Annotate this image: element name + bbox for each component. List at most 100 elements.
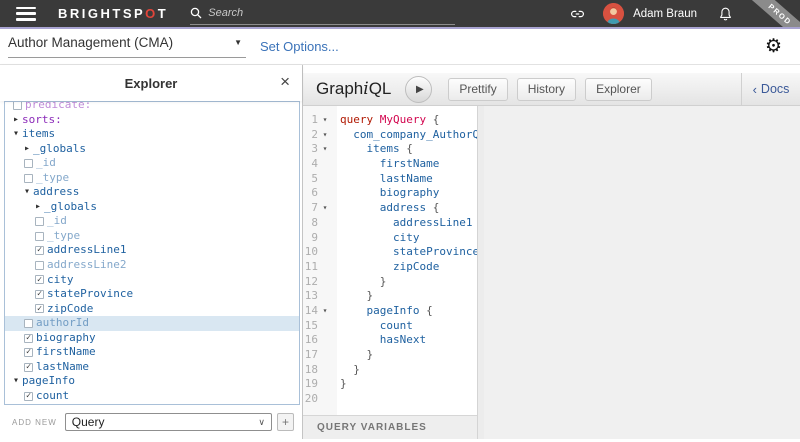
code-line: query MyQuery { bbox=[340, 113, 477, 128]
history-button[interactable]: History bbox=[517, 78, 576, 101]
checkbox-icon[interactable] bbox=[24, 334, 33, 343]
tree-row-label: biography bbox=[36, 331, 96, 346]
workspace-bar: Author Management (CMA) ▼ Set Options...… bbox=[0, 29, 800, 65]
fold-arrow-icon[interactable]: ▾ bbox=[318, 113, 332, 128]
checkbox-icon[interactable] bbox=[35, 217, 44, 226]
tree-row[interactable]: _type bbox=[5, 229, 299, 244]
fold-arrow-icon[interactable]: ▾ bbox=[318, 142, 332, 157]
gutter-line: 1▾ bbox=[303, 113, 337, 128]
checkbox-icon[interactable] bbox=[24, 348, 33, 357]
checkbox-icon[interactable] bbox=[35, 275, 44, 284]
tree-row[interactable]: authorId bbox=[5, 316, 299, 331]
hamburger-menu-icon[interactable] bbox=[16, 7, 36, 21]
tree-row[interactable]: items bbox=[5, 127, 299, 142]
set-options-link[interactable]: Set Options... bbox=[260, 39, 339, 54]
arrow-right-icon[interactable] bbox=[35, 200, 41, 215]
code-line: } bbox=[340, 363, 477, 378]
search-icon bbox=[190, 7, 202, 19]
tree-row[interactable]: _globals bbox=[5, 142, 299, 157]
tree-row[interactable]: _id bbox=[5, 156, 299, 171]
top-nav-bar: BRIGHTSPOT Adam Braun bbox=[0, 0, 800, 29]
editor-result-divider[interactable] bbox=[477, 106, 484, 439]
search-input[interactable] bbox=[208, 7, 408, 19]
gutter-line: 8 bbox=[303, 216, 337, 231]
checkbox-icon[interactable] bbox=[35, 304, 44, 313]
tree-row[interactable]: pageInfo bbox=[5, 374, 299, 389]
tree-row[interactable]: lastName bbox=[5, 360, 299, 375]
gutter-line: 12 bbox=[303, 275, 337, 290]
close-icon[interactable]: × bbox=[280, 73, 290, 90]
query-variables-bar[interactable]: QUERY VARIABLES bbox=[303, 415, 477, 439]
code-line: zipCode bbox=[340, 260, 477, 275]
query-editor[interactable]: 1▾2▾3▾4567▾891011121314▾151617181920 que… bbox=[303, 106, 477, 415]
checkbox-icon[interactable] bbox=[24, 392, 33, 401]
tree-row[interactable]: firstName bbox=[5, 345, 299, 360]
tool-picker-dropdown[interactable]: Author Management (CMA) ▼ bbox=[8, 35, 246, 58]
tree-row[interactable]: address bbox=[5, 185, 299, 200]
tree-row[interactable]: count bbox=[5, 389, 299, 404]
code-line: address { bbox=[340, 201, 477, 216]
caret-down-icon: ▼ bbox=[234, 38, 242, 47]
gutter-line: 4 bbox=[303, 157, 337, 172]
checkbox-icon[interactable] bbox=[24, 319, 33, 328]
arrow-right-icon[interactable] bbox=[24, 142, 30, 157]
tree-row[interactable]: stateProvince bbox=[5, 287, 299, 302]
prettify-button[interactable]: Prettify bbox=[448, 78, 507, 101]
docs-label: Docs bbox=[761, 82, 789, 96]
tree-row[interactable]: _type bbox=[5, 171, 299, 186]
fold-spacer bbox=[318, 348, 332, 363]
chevron-left-icon: ‹ bbox=[753, 82, 757, 97]
tree-row-label: count bbox=[36, 389, 69, 404]
arrow-down-icon[interactable] bbox=[13, 127, 19, 142]
explorer-add-new-bar: ADD NEW Query ∨ + bbox=[0, 405, 302, 439]
notifications-bell-icon[interactable] bbox=[719, 7, 732, 21]
code-line: items { bbox=[340, 142, 477, 157]
fold-spacer bbox=[318, 231, 332, 246]
checkbox-icon[interactable] bbox=[35, 290, 44, 299]
docs-toggle-button[interactable]: ‹ Docs bbox=[741, 73, 800, 105]
gutter-line: 17 bbox=[303, 348, 337, 363]
explorer-toggle-button[interactable]: Explorer bbox=[585, 78, 652, 101]
user-avatar[interactable] bbox=[603, 3, 624, 24]
checkbox-icon[interactable] bbox=[24, 159, 33, 168]
gutter-line: 10 bbox=[303, 245, 337, 260]
tree-row[interactable]: sorts: bbox=[5, 113, 299, 128]
gutter-line: 9 bbox=[303, 231, 337, 246]
operation-type-select[interactable]: Query ∨ bbox=[65, 413, 272, 431]
gutter-line: 3▾ bbox=[303, 142, 337, 157]
share-link-icon[interactable] bbox=[570, 8, 585, 20]
explorer-tree-container[interactable]: predicate:sorts:items_globals_id_typeadd… bbox=[4, 101, 300, 405]
settings-gear-icon[interactable]: ⚙ bbox=[765, 37, 782, 56]
arrow-right-icon[interactable] bbox=[13, 113, 19, 128]
gutter-line: 15 bbox=[303, 319, 337, 334]
tree-row-label: lastName bbox=[36, 360, 89, 375]
checkbox-icon[interactable] bbox=[35, 232, 44, 241]
tree-row[interactable]: zipCode bbox=[5, 302, 299, 317]
tree-row[interactable]: biography bbox=[5, 331, 299, 346]
code-line: biography bbox=[340, 186, 477, 201]
tree-row[interactable]: hasNext bbox=[5, 403, 299, 405]
fold-arrow-icon[interactable]: ▾ bbox=[318, 128, 332, 143]
fold-arrow-icon[interactable]: ▾ bbox=[318, 201, 332, 216]
checkbox-icon[interactable] bbox=[24, 363, 33, 372]
tree-row[interactable]: _id bbox=[5, 214, 299, 229]
gutter-line: 11 bbox=[303, 260, 337, 275]
tree-row[interactable]: addressLine1 bbox=[5, 243, 299, 258]
checkbox-icon[interactable] bbox=[13, 101, 22, 110]
add-operation-button[interactable]: + bbox=[277, 413, 294, 431]
fold-arrow-icon[interactable]: ▾ bbox=[318, 304, 332, 319]
user-name[interactable]: Adam Braun bbox=[633, 8, 697, 20]
tree-row[interactable]: _globals bbox=[5, 200, 299, 215]
arrow-down-icon[interactable] bbox=[24, 185, 30, 200]
tree-row[interactable]: predicate: bbox=[5, 101, 299, 113]
arrow-down-icon[interactable] bbox=[13, 374, 19, 389]
tree-row[interactable]: city bbox=[5, 273, 299, 288]
checkbox-icon[interactable] bbox=[24, 174, 33, 183]
brightspot-logo[interactable]: BRIGHTSPOT bbox=[58, 6, 168, 21]
checkbox-icon[interactable] bbox=[35, 246, 44, 255]
graphiql-logo: GraphiQL bbox=[316, 79, 391, 99]
checkbox-icon[interactable] bbox=[35, 261, 44, 270]
execute-query-button[interactable]: ▶ bbox=[405, 76, 432, 103]
tree-row[interactable]: addressLine2 bbox=[5, 258, 299, 273]
topbar-right-cluster: Adam Braun bbox=[570, 3, 732, 24]
